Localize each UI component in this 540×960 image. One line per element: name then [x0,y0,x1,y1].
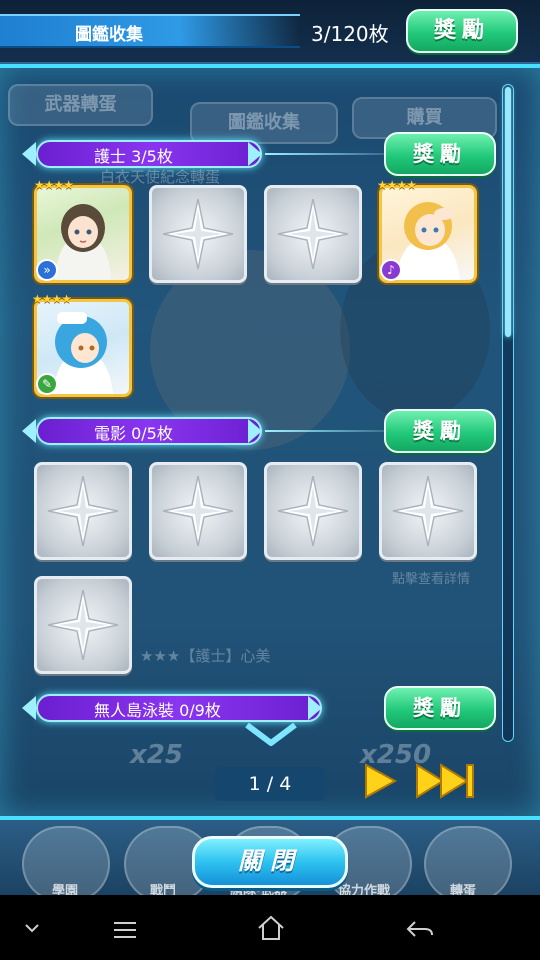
bg-tab-collection: 圖鑑收集 [190,102,338,144]
bg-subtitle: 白衣天使紀念轉蛋 [100,168,221,186]
empty-card-slot[interactable] [379,462,477,560]
empty-card-slot[interactable] [149,462,247,560]
bg-tab-weapon-gacha: 武器轉蛋 [8,84,153,126]
compass-star-icon [277,475,349,547]
banner-connector [265,430,385,432]
back-arrow-icon[interactable] [405,918,435,942]
bg-character-name: ★★★【護士】心美 [140,647,271,665]
compass-star-icon [47,589,119,661]
reward-button-movie[interactable]: 獎勵 [384,409,496,453]
compass-star-icon [162,198,234,270]
scroll-down-chevron-icon[interactable] [243,721,299,747]
category-label: 護士 3/5枚 [94,147,173,166]
page-indicator: 1 / 4 [215,767,325,801]
compass-star-icon [392,475,464,547]
close-button[interactable]: 關閉 [192,836,348,888]
bg-detail-hint: 點擊查看詳情 [392,572,471,587]
fast-forward-icon[interactable] [415,762,475,800]
category-banner-movie: 電影 0/5枚 [22,417,262,445]
category-banner-swimsuit: 無人島泳裝 0/9枚 [22,694,322,722]
page-title: 圖鑑收集 [75,25,143,45]
chevron-down-icon[interactable] [24,922,40,934]
scroll-thumb[interactable] [505,87,511,337]
rarity-stars: ★★★★ [34,178,74,192]
empty-card-slot[interactable] [149,185,247,283]
play-triangle-icon[interactable] [362,762,398,800]
compass-star-icon [162,475,234,547]
banner-right-arrow [308,696,322,720]
type-badge-icon: ✎ [36,373,58,395]
empty-card-slot[interactable] [34,462,132,560]
banner-left-arrow [22,419,36,443]
compass-star-icon [277,198,349,270]
rarity-stars: ★★★★ [377,178,417,192]
compass-star-icon [47,475,119,547]
empty-card-slot[interactable] [264,462,362,560]
category-label: 無人島泳裝 0/9枚 [94,701,221,720]
home-icon[interactable] [256,914,286,942]
type-badge-icon: » [36,259,58,281]
banner-left-arrow [22,142,36,166]
total-reward-button[interactable]: 獎勵 [406,9,518,53]
empty-card-slot[interactable] [264,185,362,283]
category-label: 電影 0/5枚 [94,424,173,443]
bg-multiplier: x25 [130,740,183,770]
banner-left-arrow [22,696,36,720]
category-banner-nurse: 護士 3/5枚 [22,140,262,168]
title-banner [0,14,300,48]
rarity-stars: ★★★★ [32,292,72,306]
type-badge-icon: ♪ [380,259,402,281]
reward-button-swimsuit[interactable]: 獎勵 [384,686,496,730]
empty-card-slot[interactable] [34,576,132,674]
banner-connector [265,153,385,155]
banner-right-arrow [248,142,262,166]
collection-counter: 3/120枚 [311,22,389,46]
scrollbar[interactable] [502,84,514,742]
reward-button-nurse[interactable]: 獎勵 [384,132,496,176]
menu-icon[interactable] [112,920,138,940]
banner-right-arrow [248,419,262,443]
